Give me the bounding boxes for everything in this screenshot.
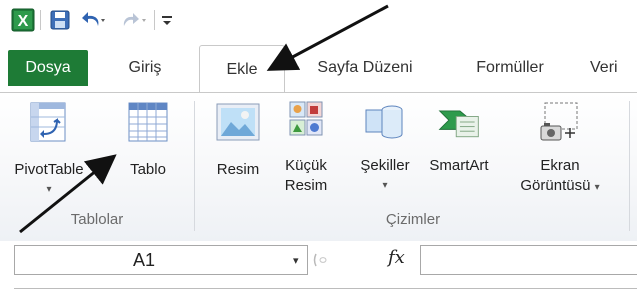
arrow-to-table-button — [19, 154, 117, 234]
annotation-arrows — [19, 4, 389, 234]
arrow-to-insert-tab — [266, 4, 389, 71]
